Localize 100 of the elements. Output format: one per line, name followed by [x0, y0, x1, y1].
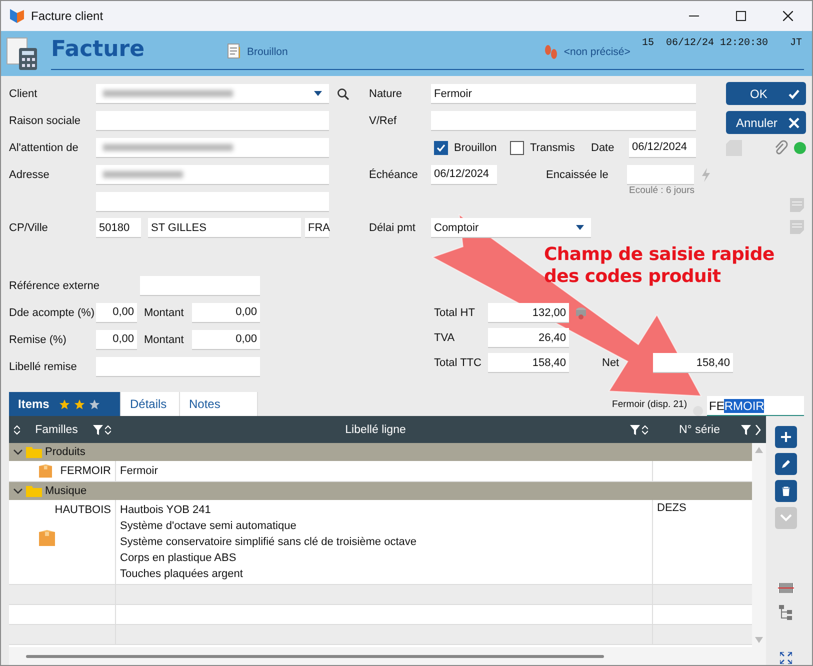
sort-icon[interactable]	[14, 424, 20, 434]
field-label: Al'attention de	[9, 142, 80, 154]
chevron-icon[interactable]	[13, 486, 23, 496]
amount-field: 158,40	[653, 353, 733, 374]
field-label: Libellé remise	[9, 360, 78, 373]
user-initials: JT	[790, 38, 802, 49]
box-icon	[39, 530, 55, 546]
box-icon	[39, 463, 52, 479]
field-label: Remise (%)	[9, 334, 68, 346]
add-button[interactable]	[775, 426, 797, 448]
document-number: 15	[642, 38, 654, 49]
input-field[interactable]: 0,00	[96, 330, 137, 350]
close-icon[interactable]	[783, 11, 793, 21]
field-label: Montant	[144, 334, 185, 346]
field-label: Montant	[144, 306, 185, 319]
column-header[interactable]: Libellé ligne	[345, 424, 406, 436]
status-circle-icon	[693, 406, 703, 416]
barcode-icon[interactable]	[778, 582, 794, 594]
input-field[interactable]: Fermoir	[431, 84, 696, 104]
amount-field: 26,40	[488, 328, 569, 348]
folder-icon	[26, 446, 42, 458]
group-row[interactable]: Produits	[9, 443, 752, 461]
pencil-icon	[781, 459, 791, 469]
sort-icon[interactable]	[105, 424, 111, 434]
dropdown-caret-icon	[314, 91, 322, 96]
window-title: Facture client	[31, 9, 104, 23]
date-field[interactable]	[627, 164, 694, 185]
input-field[interactable]	[96, 111, 329, 132]
elapsed-note: Ecoulé : 6 jours	[629, 185, 694, 196]
input-field[interactable]	[96, 356, 260, 377]
checkbox[interactable]	[434, 140, 448, 155]
quick-entry-field[interactable]: FERMOIR	[707, 396, 804, 416]
date-field[interactable]: 06/12/2024	[629, 138, 696, 158]
table-cell-text: Système conservatoire simplifié sans clé de troisième octave	[120, 535, 418, 550]
annotation-text: Champ de saisie rapide des codes produit	[544, 244, 776, 288]
ok-button[interactable]: OK	[726, 82, 806, 105]
maximize-icon[interactable]	[736, 11, 746, 21]
column-header[interactable]: N° série	[678, 424, 720, 436]
search-icon[interactable]	[337, 88, 349, 100]
client-field[interactable]	[96, 84, 329, 104]
table-cell-text: DEZS	[657, 502, 688, 514]
scrollbar-thumb[interactable]	[26, 655, 604, 658]
field-label: V/Ref	[369, 115, 398, 128]
field-label: Total TTC	[434, 357, 482, 370]
field-label: Délai pmt	[369, 222, 416, 234]
group-name: Produits	[45, 446, 86, 458]
input-field[interactable]: 50180	[96, 218, 141, 238]
app-logo-icon	[9, 8, 25, 24]
table-cell-text: Corps en plastique ABS	[120, 551, 238, 566]
amount-field: 132,00	[488, 303, 569, 324]
filter-icon[interactable]	[741, 424, 751, 434]
plus-icon	[781, 432, 791, 442]
field-label: Client	[9, 88, 38, 100]
field-label: Date	[591, 142, 616, 154]
delete-button[interactable]	[775, 480, 797, 502]
input-field[interactable]	[96, 164, 329, 185]
chevron-right-icon[interactable]	[755, 424, 761, 434]
checkbox[interactable]	[510, 140, 524, 155]
cancel-button[interactable]: Annuler	[726, 111, 806, 134]
tab[interactable]: Notes	[180, 392, 258, 416]
author-label: <non précisé>	[564, 46, 630, 58]
group-row[interactable]: Musique	[9, 482, 752, 500]
table-cell-text: Système d'octave semi automatique	[120, 519, 298, 534]
input-field[interactable]	[96, 192, 329, 212]
tree-icon[interactable]	[778, 604, 794, 620]
filter-icon[interactable]	[93, 424, 103, 434]
chevron-icon[interactable]	[13, 447, 23, 457]
sort-icon[interactable]	[642, 424, 648, 434]
input-field[interactable]: 0,00	[192, 302, 260, 323]
table-cell-text: Fermoir	[120, 464, 159, 479]
expand-icon[interactable]	[780, 652, 792, 664]
notepad-icon	[227, 43, 241, 59]
tab[interactable]: Items	[9, 392, 121, 416]
edit-button[interactable]	[775, 453, 797, 475]
input-field[interactable]: ST GILLES	[148, 218, 301, 238]
field-label: CP/Ville	[9, 222, 49, 234]
input-field[interactable]	[431, 111, 696, 132]
paperclip-icon[interactable]	[774, 140, 788, 156]
filter-icon[interactable]	[630, 424, 640, 434]
star-icon	[59, 398, 70, 410]
column-header[interactable]: Familles	[35, 424, 78, 436]
date-field[interactable]: 06/12/2024	[431, 164, 497, 185]
input-field[interactable]: FRA	[305, 218, 329, 238]
dropdown-field[interactable]: Comptoir	[431, 218, 591, 238]
field-label: Référence externe	[9, 280, 100, 292]
field-label: TVA	[434, 332, 456, 344]
checkbox-label: Brouillon	[454, 142, 497, 154]
input-field[interactable]: 0,00	[192, 330, 260, 350]
input-field[interactable]: 0,00	[96, 302, 137, 323]
input-field[interactable]	[140, 276, 260, 296]
checkbox-label: Transmis	[530, 142, 575, 154]
field-label: Total HT	[434, 307, 476, 320]
timestamp: 06/12/24 12:20:30	[666, 38, 768, 49]
input-field[interactable]	[96, 138, 329, 158]
dropdown-caret-icon	[576, 225, 584, 230]
footprints-icon	[544, 44, 558, 60]
table-cell-text: Touches plaquées argent	[120, 567, 244, 582]
amount-field: 158,40	[488, 353, 569, 374]
tab[interactable]: Détails	[121, 392, 180, 416]
field-label: Raison sociale	[9, 115, 82, 128]
